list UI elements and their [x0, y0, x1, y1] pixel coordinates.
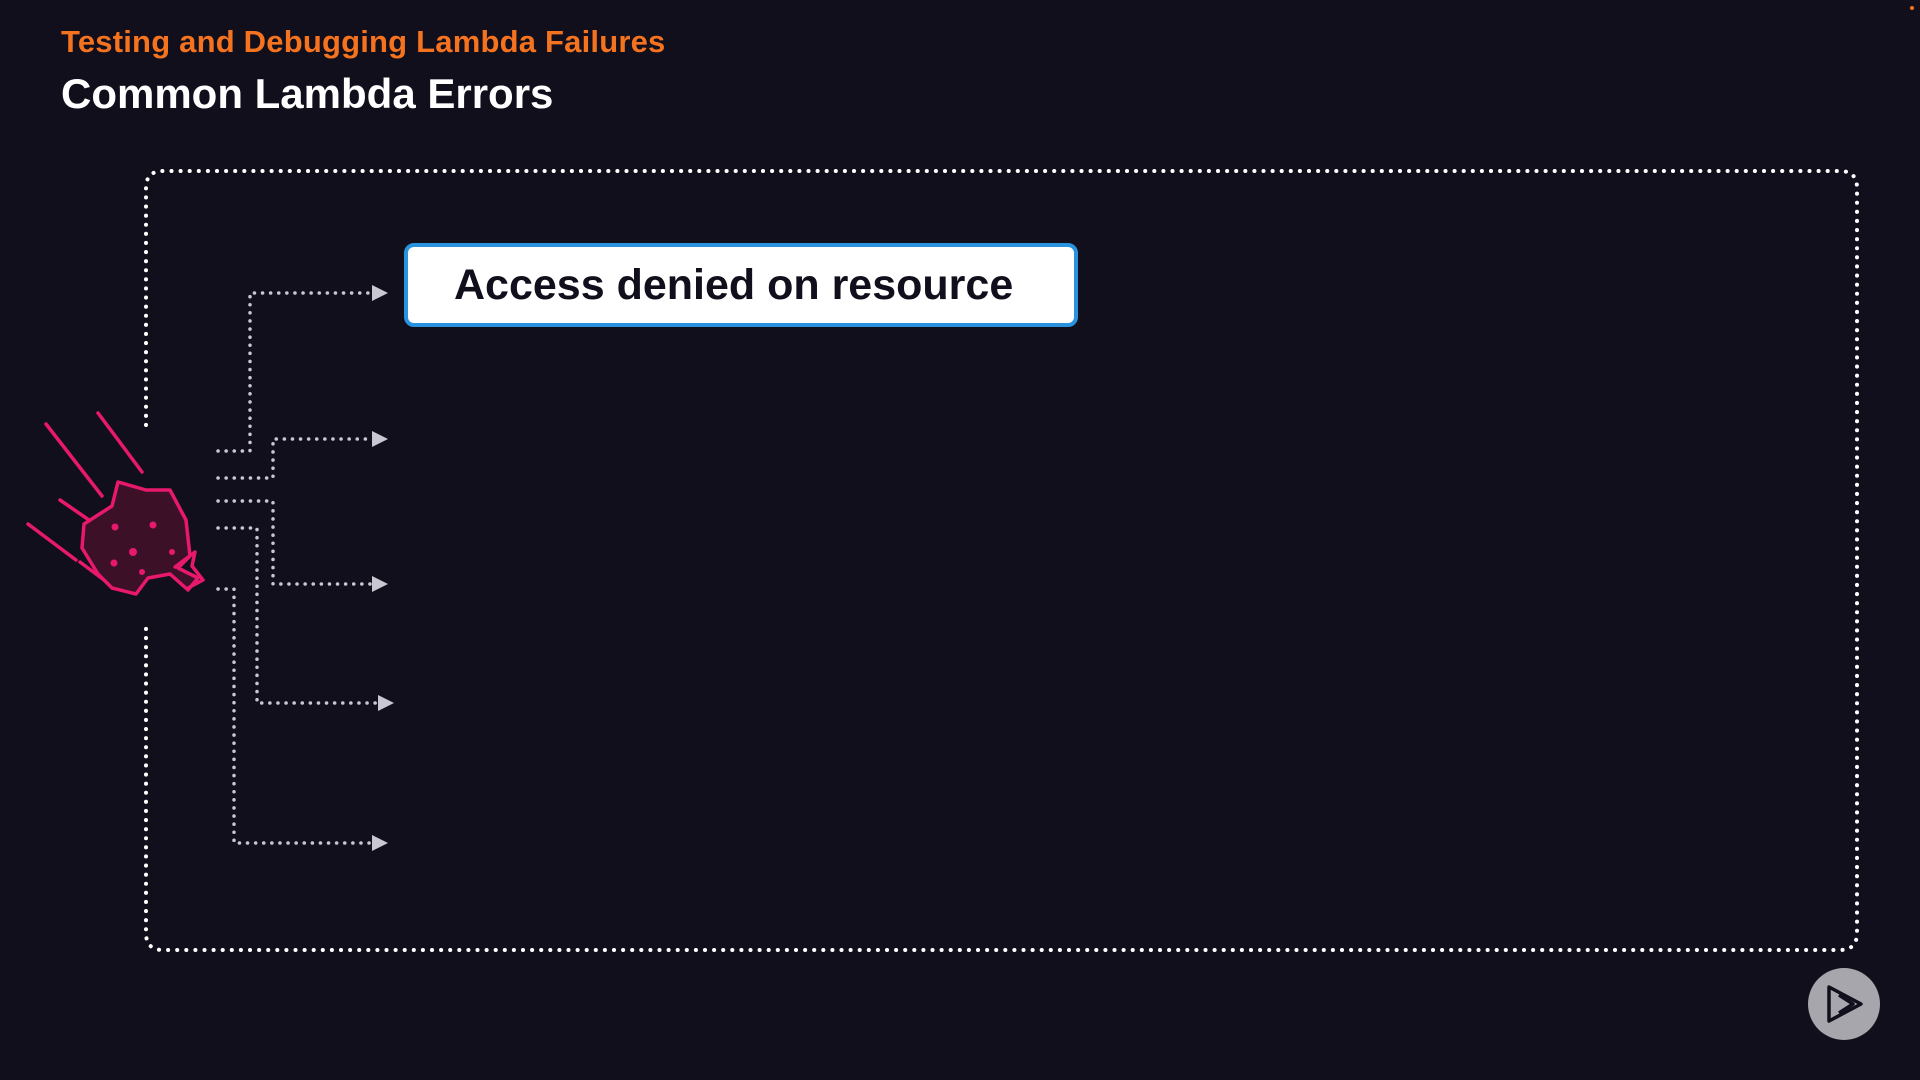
play-button[interactable]: [1808, 968, 1880, 1040]
arrow-head-2: [372, 431, 388, 447]
connector-4: [216, 526, 380, 705]
arrow-head-3: [372, 576, 388, 592]
error-box-access-denied: Access denied on resource: [404, 243, 1078, 327]
connector-3: [216, 499, 374, 586]
error-flow-diagram: [26, 169, 1859, 952]
error-label: Access denied on resource: [454, 260, 1014, 309]
arrow-head-1: [372, 285, 388, 301]
connector-5: [216, 587, 374, 845]
connector-1: [216, 291, 374, 453]
arrow-head-5: [372, 835, 388, 851]
crashing-lambda-rock-icon: [26, 411, 205, 596]
connector-2: [216, 437, 374, 480]
arrow-head-4: [378, 695, 394, 711]
play-logo-icon: [1827, 985, 1863, 1023]
